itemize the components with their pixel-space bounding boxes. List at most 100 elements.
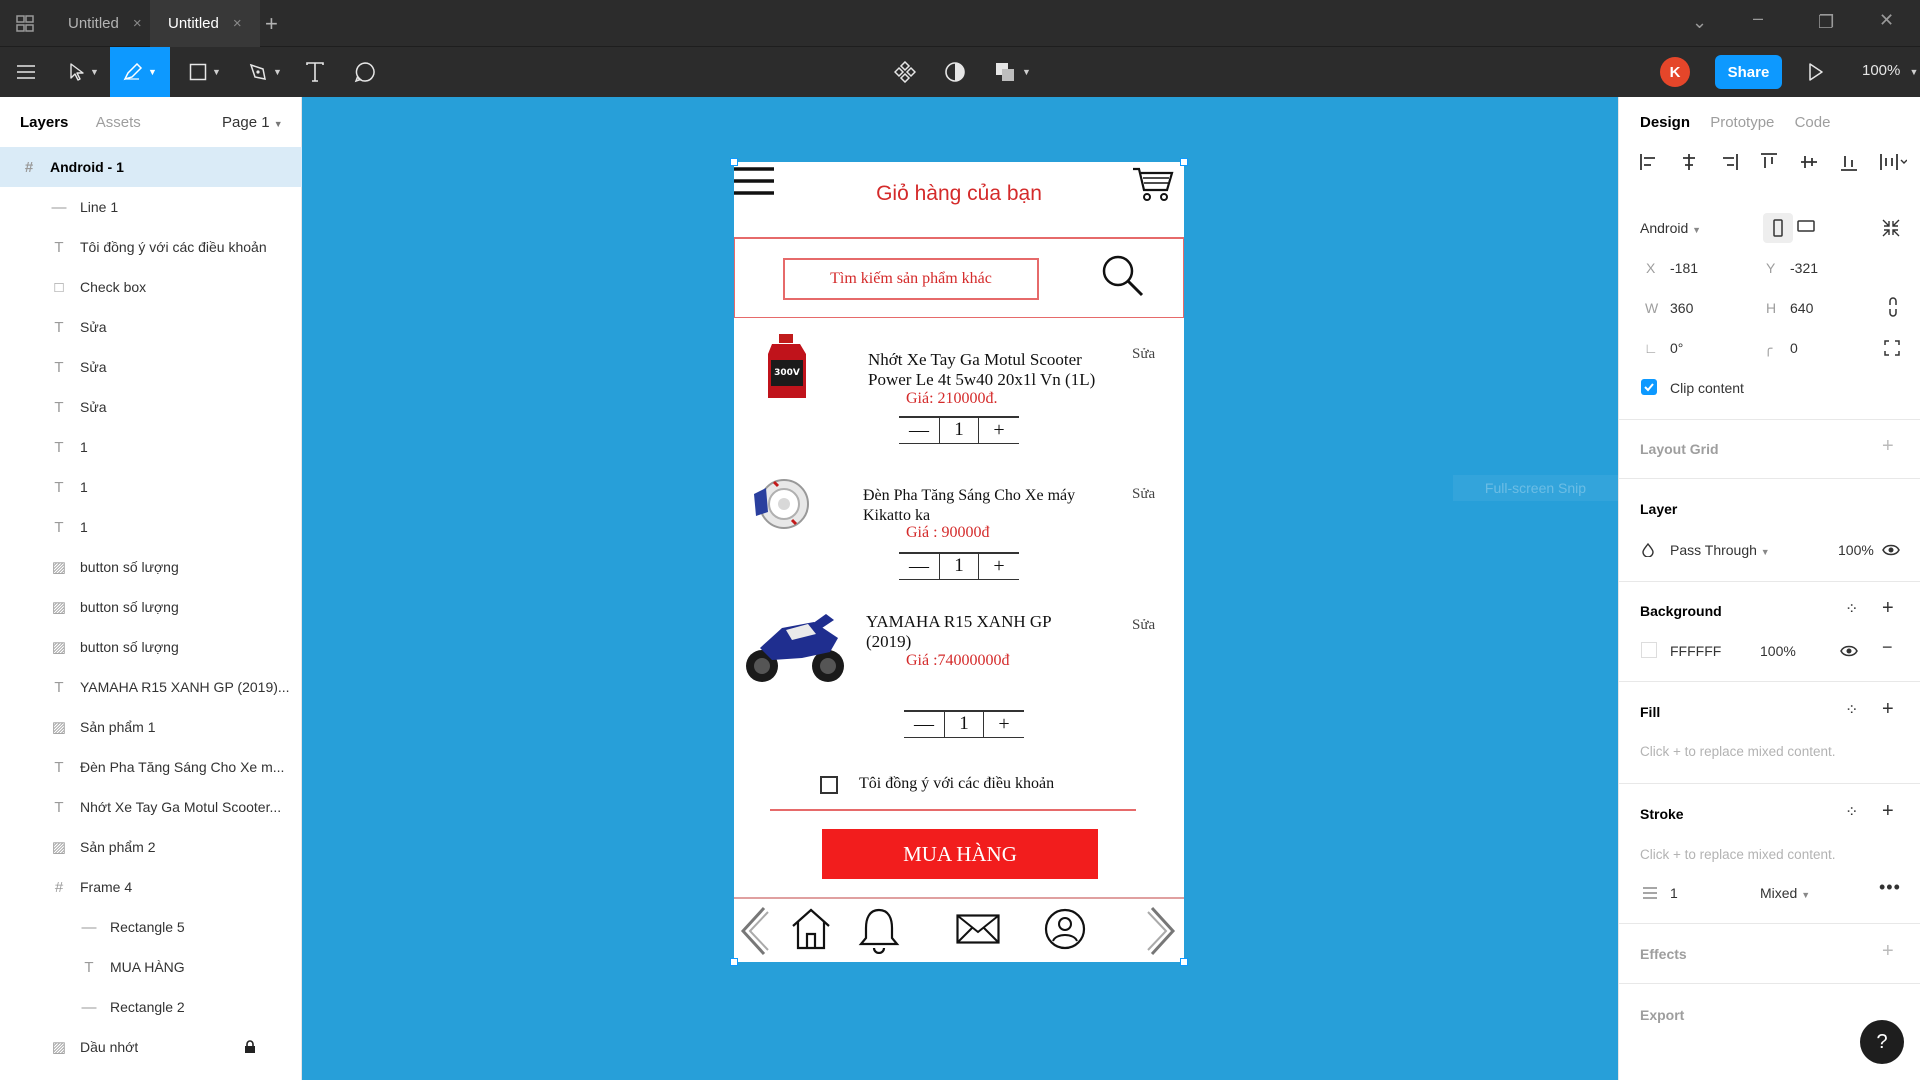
plus-button[interactable]: + (979, 552, 1019, 580)
layer-row[interactable]: T1 (0, 507, 302, 547)
layer-row[interactable]: ▨ Sản phẩm 2 (0, 827, 302, 867)
search-icon[interactable] (1101, 254, 1145, 298)
stroke-mode-dropdown[interactable]: Mixed ▼ (1760, 885, 1810, 901)
layer-row[interactable]: — Rectangle 2 (0, 987, 302, 1027)
landscape-icon[interactable] (1797, 220, 1815, 232)
clip-content-checkbox[interactable] (1641, 379, 1657, 395)
shopping-cart-icon[interactable] (1132, 164, 1174, 204)
chevron-right-icon[interactable] (1146, 906, 1178, 956)
layer-row[interactable]: □ Check box (0, 267, 302, 307)
lock-icon[interactable] (244, 1040, 256, 1054)
layer-row[interactable]: T1 (0, 467, 302, 507)
layer-row[interactable]: T Nhớt Xe Tay Ga Motul Scooter... (0, 787, 302, 827)
tab-code[interactable]: Code (1795, 114, 1831, 131)
frame-preset-dropdown[interactable]: Android ▼ (1640, 220, 1701, 236)
components-button[interactable] (890, 47, 920, 97)
add-background-icon[interactable]: + (1882, 597, 1894, 620)
layer-row[interactable]: ▨ button số lượng (0, 587, 302, 627)
x-input[interactable]: -181 (1670, 260, 1698, 276)
user-avatar[interactable]: K (1660, 57, 1690, 87)
layer-row[interactable]: T Tôi đồng ý với các điều khoản (0, 227, 302, 267)
rotation-input[interactable]: 0° (1670, 340, 1683, 356)
home-icon[interactable] (790, 906, 832, 950)
height-input[interactable]: 640 (1790, 300, 1813, 316)
agree-checkbox[interactable] (820, 776, 838, 794)
distribute-icon[interactable] (1879, 152, 1907, 172)
add-stroke-icon[interactable]: + (1882, 800, 1894, 823)
blend-mode-dropdown[interactable]: Pass Through ▼ (1670, 542, 1770, 558)
pen-tool-button[interactable]: ▼ (110, 47, 170, 97)
quantity-value[interactable]: 1 (944, 710, 984, 738)
layer-row[interactable]: — Rectangle 5 (0, 907, 302, 947)
quantity-value[interactable]: 1 (939, 416, 979, 444)
close-icon[interactable]: × (133, 15, 142, 32)
chevron-left-icon[interactable] (738, 906, 770, 956)
add-effect-icon[interactable]: + (1882, 940, 1894, 963)
mask-button[interactable] (940, 47, 970, 97)
background-hex-input[interactable]: FFFFFF (1670, 643, 1721, 659)
share-button[interactable]: Share (1715, 55, 1782, 89)
plus-button[interactable]: + (984, 710, 1024, 738)
align-top-icon[interactable] (1759, 152, 1779, 172)
tab-design[interactable]: Design (1640, 114, 1690, 131)
tab-untitled-2[interactable]: Untitled × (150, 0, 260, 47)
page-dropdown[interactable]: Page 1 ▼ (222, 114, 283, 131)
vector-tool-button[interactable]: ▼ (242, 47, 288, 97)
resize-handle-top-right[interactable] (1180, 158, 1188, 166)
text-tool-button[interactable] (300, 47, 330, 97)
shape-tool-button[interactable]: ▼ (182, 47, 228, 97)
background-swatch[interactable] (1641, 642, 1657, 658)
layer-row[interactable]: # Android - 1 (0, 147, 302, 187)
style-grid-icon[interactable]: ⁘ (1845, 599, 1858, 619)
minus-button[interactable]: — (899, 552, 939, 580)
add-layout-grid-icon[interactable]: + (1882, 435, 1894, 458)
eye-icon[interactable] (1882, 543, 1900, 557)
comment-tool-button[interactable] (350, 47, 380, 97)
quantity-value[interactable]: 1 (939, 552, 979, 580)
user-profile-icon[interactable] (1044, 908, 1086, 950)
y-input[interactable]: -321 (1790, 260, 1818, 276)
portrait-orientation-button[interactable] (1763, 213, 1793, 243)
minus-button[interactable]: — (904, 710, 944, 738)
independent-corners-icon[interactable] (1884, 340, 1900, 356)
search-input[interactable]: Tìm kiếm sản phẩm khác (783, 258, 1039, 300)
tab-layers[interactable]: Layers (20, 114, 68, 131)
bell-icon[interactable] (858, 906, 900, 954)
present-button[interactable] (1798, 47, 1834, 97)
layer-row[interactable]: ▨ Sản phẩm 1 (0, 707, 302, 747)
edit-link-2[interactable]: Sửa (1132, 486, 1155, 503)
boolean-button[interactable]: ▼ (990, 47, 1036, 97)
restore-icon[interactable]: ❐ (1818, 12, 1834, 33)
layer-row[interactable]: ▨ button số lượng (0, 547, 302, 587)
background-opacity-input[interactable]: 100% (1760, 643, 1796, 659)
resize-handle-top-left[interactable] (730, 158, 738, 166)
tab-assets[interactable]: Assets (96, 114, 141, 131)
layer-row[interactable]: ▨ button số lượng (0, 627, 302, 667)
mail-icon[interactable] (956, 914, 1000, 944)
edit-link-3[interactable]: Sửa (1132, 617, 1155, 634)
layer-row[interactable]: T Sửa (0, 347, 302, 387)
zoom-dropdown[interactable]: 100% ▼ (1862, 62, 1918, 79)
layer-row[interactable]: T Đèn Pha Tăng Sáng Cho Xe m... (0, 747, 302, 787)
tab-untitled-1[interactable]: Untitled × (50, 0, 160, 47)
new-tab-icon[interactable]: + (265, 11, 278, 37)
plus-button[interactable]: + (979, 416, 1019, 444)
constrain-proportions-icon[interactable] (1887, 297, 1899, 317)
move-tool-button[interactable]: ▼ (60, 47, 108, 97)
layer-row[interactable]: T1 (0, 427, 302, 467)
resize-to-fit-icon[interactable] (1881, 218, 1901, 238)
close-icon[interactable]: × (233, 15, 242, 32)
align-bottom-icon[interactable] (1839, 152, 1859, 172)
eye-icon[interactable] (1840, 644, 1858, 658)
corner-radius-input[interactable]: 0 (1790, 340, 1798, 356)
layer-row[interactable]: T Sửa (0, 387, 302, 427)
layer-row[interactable]: T YAMAHA R15 XANH GP (2019)... (0, 667, 302, 707)
style-grid-icon[interactable]: ⁘ (1845, 700, 1858, 720)
add-fill-icon[interactable]: + (1882, 698, 1894, 721)
layer-opacity-input[interactable]: 100% (1838, 542, 1874, 558)
remove-background-icon[interactable]: − (1882, 637, 1893, 658)
layer-row[interactable]: T Sửa (0, 307, 302, 347)
main-menu-button[interactable] (10, 47, 42, 97)
close-window-icon[interactable]: ✕ (1879, 10, 1894, 31)
align-horizontal-center-icon[interactable] (1679, 152, 1699, 172)
